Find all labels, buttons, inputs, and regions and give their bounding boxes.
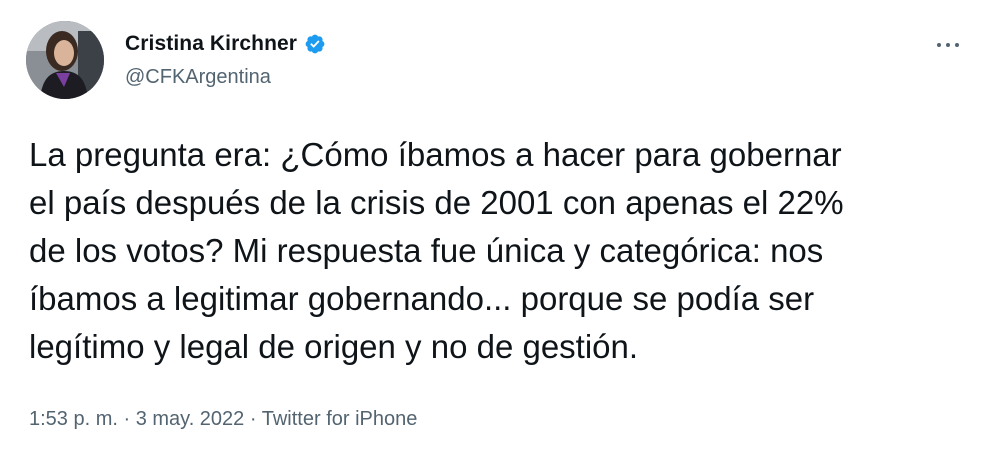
more-options-icon[interactable] [928,32,968,58]
tweet-time[interactable]: 1:53 p. m. [29,408,118,430]
author-block: Cristina Kirchner @CFKArgentina [125,30,326,89]
display-name[interactable]: Cristina Kirchner [125,32,297,56]
tweet-text: La pregunta era: ¿Cómo íbamos a hacer pa… [29,136,844,365]
tweet-card: Cristina Kirchner @CFKArgentina La pregu… [0,0,1000,459]
avatar[interactable] [26,21,104,99]
avatar-image [26,21,104,99]
tweet-source: Twitter for iPhone [261,408,418,430]
handle[interactable]: @CFKArgentina [125,66,326,89]
meta-separator: · [244,408,262,430]
tweet-meta: 1:53 p. m. · 3 may. 2022 · Twitter for i… [29,408,417,431]
meta-separator: · [117,408,136,430]
tweet-date[interactable]: 3 may. 2022 [136,408,245,430]
verified-badge-icon [304,33,326,55]
name-row: Cristina Kirchner [125,30,326,58]
